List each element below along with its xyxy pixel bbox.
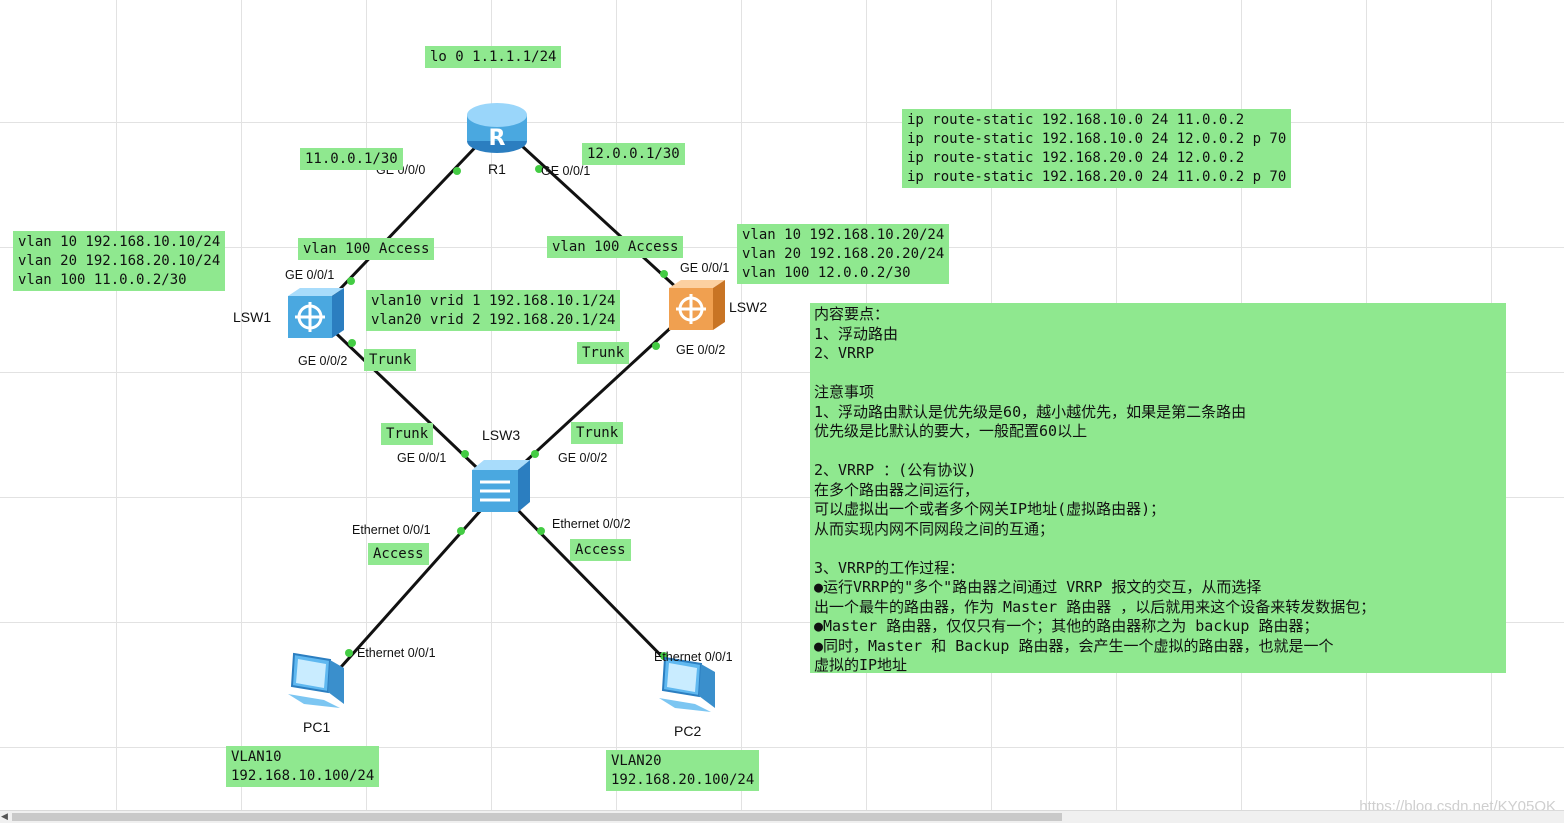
- port-dot: [531, 450, 539, 458]
- note-line: vlan 100 12.0.0.2/30: [742, 265, 911, 281]
- port-dot: [461, 450, 469, 458]
- pc1-info-note: VLAN10 192.168.10.100/24: [226, 746, 380, 787]
- pc2-info-note: VLAN20 192.168.20.100/24: [606, 750, 760, 791]
- lsw1-name: LSW1: [233, 309, 272, 325]
- note-line: ip route-static 192.168.20.0 24 12.0.0.2: [907, 150, 1245, 166]
- note-line: ip route-static 192.168.10.0 24 12.0.0.2…: [907, 131, 1287, 147]
- port-label: GE 0/0/1: [680, 261, 730, 275]
- pc-icon[interactable]: [655, 656, 721, 716]
- port-dot: [457, 527, 465, 535]
- port-dot: [537, 527, 545, 535]
- router-name: R1: [488, 161, 506, 177]
- access-note: vlan 100 Access: [547, 236, 684, 258]
- lsw1-vlan-note: vlan 10 192.168.10.10/24 vlan 20 192.168.…: [13, 231, 226, 291]
- access-note: Access: [368, 543, 429, 565]
- trunk-note: Trunk: [577, 342, 630, 364]
- loopback-note: lo 0 1.1.1.1/24: [425, 46, 562, 68]
- port-label: Ethernet 0/0/1: [352, 523, 431, 537]
- pc1-name: PC1: [303, 719, 331, 735]
- vrrp-note: vlan10 vrid 1 192.168.10.1/24 vlan20 vrid…: [366, 290, 621, 331]
- note-line: VLAN10: [231, 749, 282, 765]
- switch-icon[interactable]: [472, 460, 530, 514]
- pc-icon[interactable]: [284, 652, 350, 712]
- pc2-name: PC2: [674, 723, 702, 739]
- note-line: vlan10 vrid 1 192.168.10.1/24: [371, 293, 616, 309]
- port-label: Ethernet 0/0/1: [654, 650, 733, 664]
- access-note: vlan 100 Access: [298, 238, 435, 260]
- port-label: Ethernet 0/0/2: [552, 517, 631, 531]
- port-dot: [348, 339, 356, 347]
- l3-switch-icon[interactable]: [669, 280, 725, 332]
- port-label: Ethernet 0/0/1: [357, 646, 436, 660]
- note-line: 192.168.20.100/24: [611, 772, 755, 788]
- port-dot: [347, 277, 355, 285]
- port-dot: [453, 167, 461, 175]
- port-label: GE 0/0/1: [397, 451, 447, 465]
- note-line: vlan 20 192.168.20.20/24: [742, 246, 945, 262]
- note-line: vlan 20 192.168.20.10/24: [18, 253, 221, 269]
- access-note: Access: [570, 539, 631, 561]
- static-route-note: ip route-static 192.168.10.0 24 11.0.0.2…: [902, 109, 1292, 188]
- port-label: GE 0/0/1: [285, 268, 335, 282]
- lsw2-name: LSW2: [729, 299, 768, 315]
- port-label: GE 0/0/1: [541, 164, 591, 178]
- note-line: vlan 10 192.168.10.10/24: [18, 234, 221, 250]
- scrollbar-thumb[interactable]: [12, 813, 1062, 821]
- note-line: VLAN20: [611, 753, 662, 769]
- note-line: vlan 100 11.0.0.2/30: [18, 272, 187, 288]
- port-label: GE 0/0/2: [676, 343, 726, 357]
- port-dot: [660, 270, 668, 278]
- router-icon[interactable]: R: [466, 97, 528, 157]
- port-dot: [652, 342, 660, 350]
- note-line: vlan20 vrid 2 192.168.20.1/24: [371, 312, 616, 328]
- port-label: GE 0/0/2: [558, 451, 608, 465]
- trunk-note: Trunk: [381, 423, 434, 445]
- horizontal-scrollbar[interactable]: ◀: [0, 810, 1564, 823]
- scroll-left-arrow-icon[interactable]: ◀: [1, 811, 8, 822]
- note-line: 192.168.10.100/24: [231, 768, 375, 784]
- ip-note: 12.0.0.1/30: [582, 143, 685, 165]
- note-line: vlan 10 192.168.10.20/24: [742, 227, 945, 243]
- note-line: ip route-static 192.168.10.0 24 11.0.0.2: [907, 112, 1245, 128]
- ip-note: 11.0.0.1/30: [300, 148, 403, 170]
- l3-switch-icon[interactable]: [288, 288, 344, 340]
- trunk-note: Trunk: [364, 349, 417, 371]
- svg-text:R: R: [489, 126, 506, 151]
- port-label: GE 0/0/2: [298, 354, 348, 368]
- content-points-note: 内容要点： 1、浮动路由 2、VRRP 注意事项 1、浮动路由默认是优先级是60…: [810, 303, 1506, 674]
- lsw3-name: LSW3: [482, 427, 521, 443]
- trunk-note: Trunk: [571, 422, 624, 444]
- note-line: ip route-static 192.168.20.0 24 11.0.0.2…: [907, 169, 1287, 185]
- lsw2-vlan-note: vlan 10 192.168.10.20/24 vlan 20 192.168.…: [737, 224, 950, 284]
